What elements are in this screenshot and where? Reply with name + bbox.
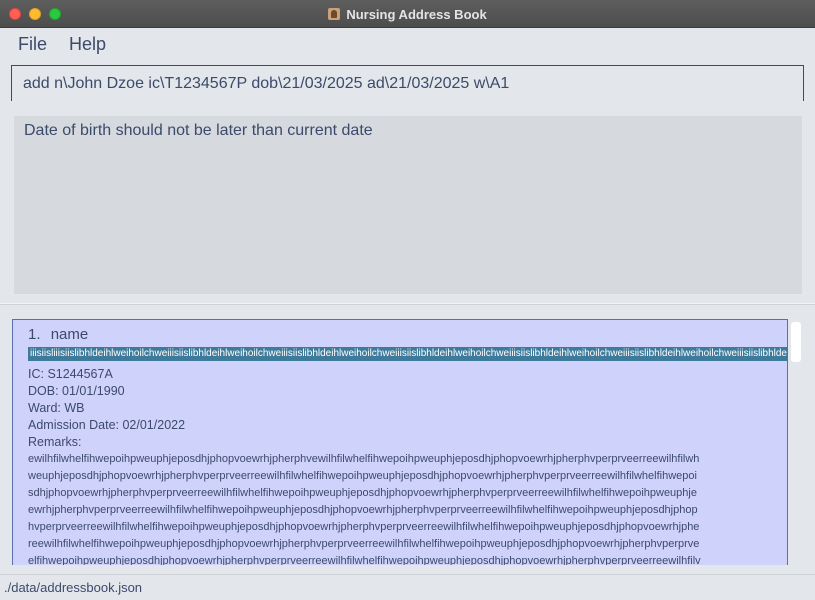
person-index: 1. (28, 326, 41, 343)
command-input[interactable]: add n\John Dzoe ic\T1234567P dob\21/03/2… (11, 65, 804, 101)
person-remarks-line: weuphjeposdhjphopvoewrhjpherphvperprveer… (28, 470, 697, 482)
person-tag: iiisiisliiisiislibhldeihlweihoilchweiiis… (28, 347, 788, 361)
person-remarks-line: elfihwepoihpweuphjeposdhjphopvoewrhjpher… (28, 555, 701, 565)
list-scrollbar-thumb[interactable] (791, 322, 801, 362)
person-remarks-label: Remarks: (28, 435, 82, 449)
person-ic: IC: S1244567A (28, 367, 113, 381)
person-card[interactable]: 1. name iiisiisliiisiislibhldeihlweihoil… (12, 319, 788, 565)
result-message: Date of birth should not be later than c… (24, 122, 373, 139)
menu-bar: File Help (0, 28, 815, 60)
person-remarks-line: ewilhfilwhelfihwepoihpweuphjeposdhjphopv… (28, 453, 700, 465)
save-file-path: ./data/addressbook.json (4, 580, 143, 595)
person-remarks-line: reewilhfilwhelfihwepoihpweuphjeposdhjpho… (28, 538, 700, 550)
person-admission-date: Admission Date: 02/01/2022 (28, 418, 186, 432)
status-bar: ./data/addressbook.json (0, 574, 815, 600)
window-title: Nursing Address Book (346, 6, 487, 22)
command-input-text[interactable]: add n\John Dzoe ic\T1234567P dob\21/03/2… (23, 75, 509, 93)
menu-file[interactable]: File (18, 34, 47, 55)
person-card-header: 1. name (28, 326, 787, 346)
person-remarks-line: hvperprveerreewilhfilwhelfihwepoihpweuph… (28, 521, 700, 533)
split-pane-divider[interactable] (0, 303, 815, 305)
person-remarks-line: ewrhjpherphvperprveerreewilhfilwhelfihwe… (28, 504, 698, 516)
window-title-group: Nursing Address Book (0, 0, 815, 28)
menu-help[interactable]: Help (69, 34, 106, 55)
person-ward: Ward: WB (28, 401, 85, 415)
person-dob: DOB: 01/01/1990 (28, 384, 125, 398)
person-list[interactable]: 1. name iiisiisliiisiislibhldeihlweihoil… (12, 319, 788, 565)
title-bar: Nursing Address Book (0, 0, 815, 28)
person-remarks-line: sdhjphopvoewrhjpherphvperprveerreewilhfi… (28, 487, 697, 499)
person-name: name (50, 326, 89, 343)
address-book-icon (328, 8, 341, 20)
result-display: Date of birth should not be later than c… (14, 116, 802, 294)
